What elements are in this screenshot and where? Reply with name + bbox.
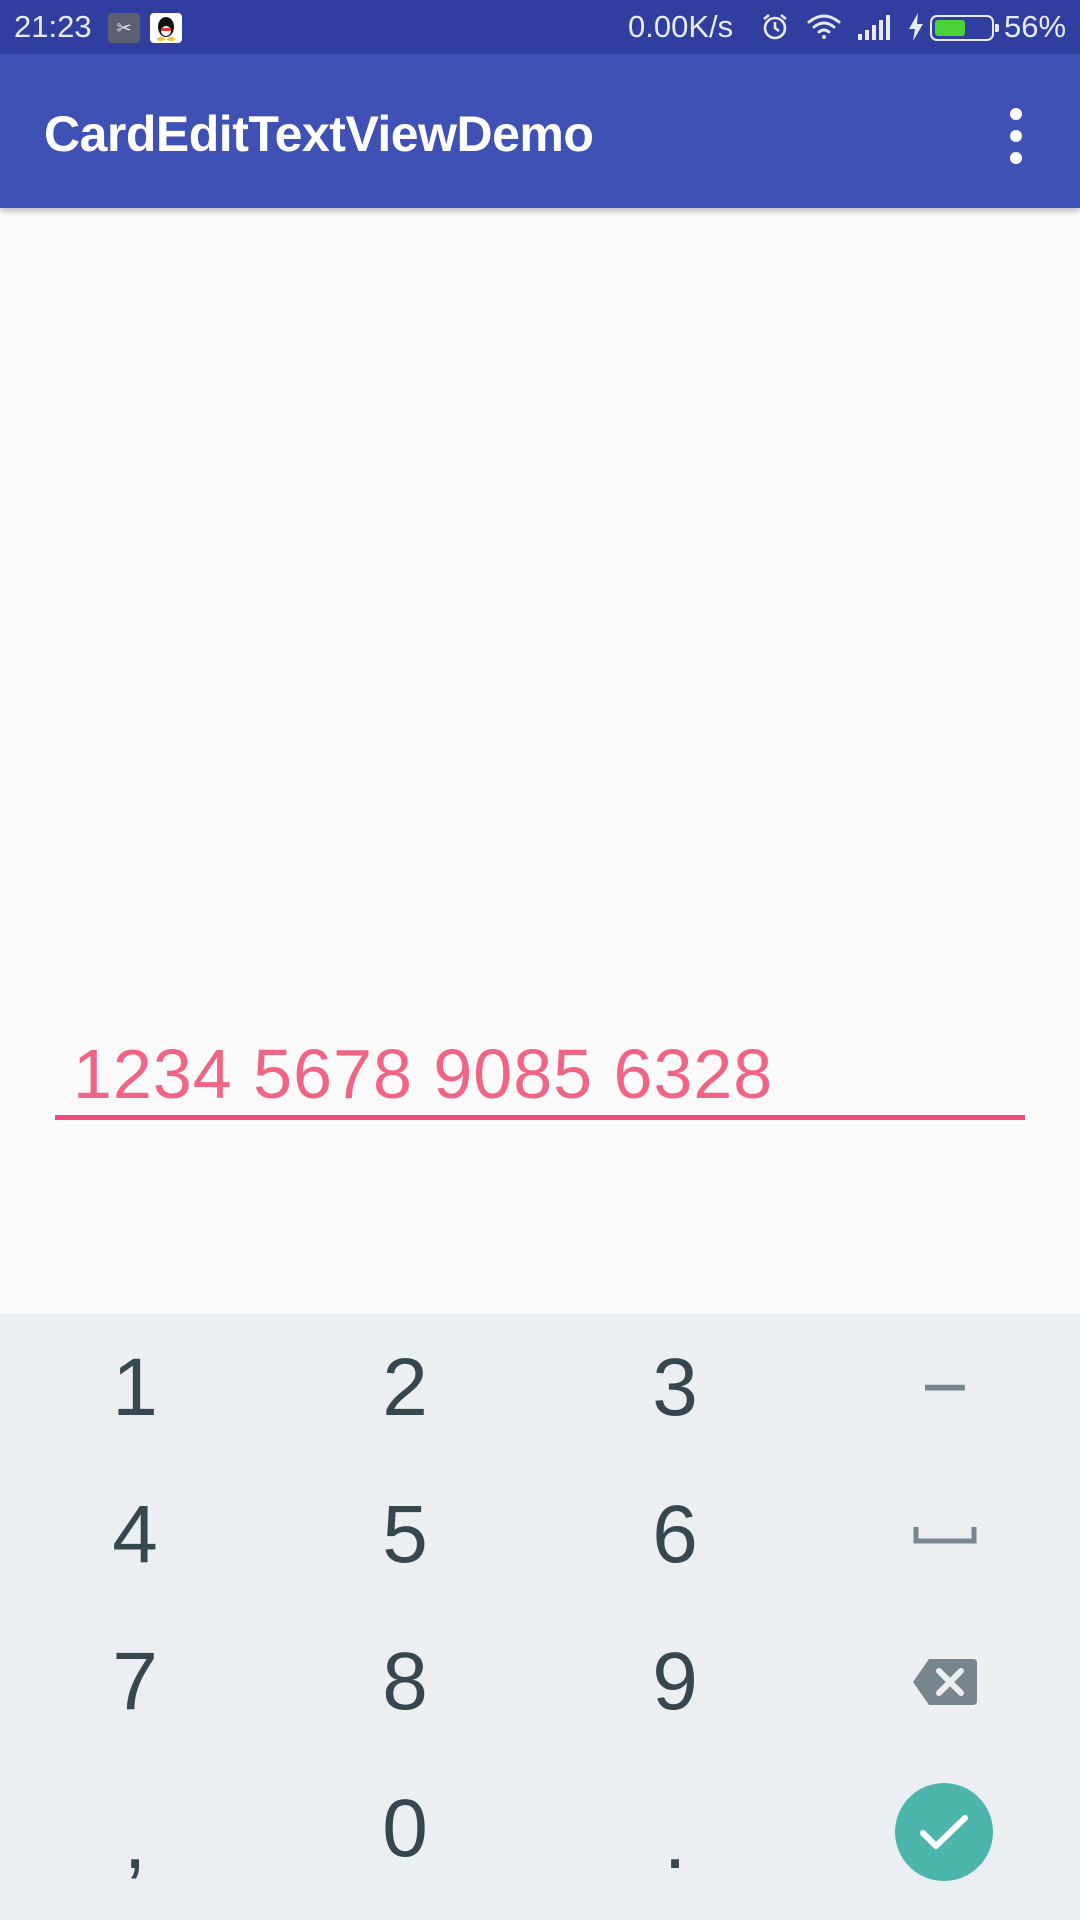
key-9-label: 9 bbox=[652, 1635, 698, 1727]
key-minus-label: − bbox=[921, 1341, 969, 1433]
input-underline bbox=[55, 1115, 1025, 1120]
key-4[interactable]: 4 bbox=[0, 1461, 270, 1608]
key-7-label: 7 bbox=[112, 1635, 158, 1727]
status-bar: 21:23 ✂ 0.00K/s 56% bbox=[0, 0, 1080, 54]
space-bar-icon bbox=[913, 1526, 977, 1543]
battery-icon bbox=[930, 15, 999, 41]
status-time: 21:23 bbox=[14, 9, 92, 44]
key-0-label: 0 bbox=[382, 1782, 428, 1874]
alarm-icon bbox=[760, 12, 790, 47]
key-comma-label: , bbox=[123, 1794, 147, 1886]
key-space[interactable] bbox=[810, 1461, 1080, 1608]
key-1-label: 1 bbox=[112, 1341, 158, 1433]
card-number-value[interactable]: 1234 5678 9085 6328 bbox=[73, 1032, 773, 1116]
done-button[interactable] bbox=[895, 1783, 993, 1881]
key-5[interactable]: 5 bbox=[270, 1461, 540, 1608]
charging-icon bbox=[906, 12, 926, 47]
key-dot[interactable]: . bbox=[540, 1755, 810, 1902]
key-2-label: 2 bbox=[382, 1341, 428, 1433]
key-3[interactable]: 3 bbox=[540, 1314, 810, 1461]
key-3-label: 3 bbox=[652, 1341, 698, 1433]
app-bar: CardEditTextViewDemo bbox=[0, 54, 1080, 208]
key-5-label: 5 bbox=[382, 1488, 428, 1580]
battery-level-fill bbox=[935, 20, 965, 36]
key-8-label: 8 bbox=[382, 1635, 428, 1727]
battery-percent: 56% bbox=[1004, 9, 1067, 44]
key-2[interactable]: 2 bbox=[270, 1314, 540, 1461]
key-6[interactable]: 6 bbox=[540, 1461, 810, 1608]
network-speed: 0.00K/s bbox=[628, 9, 734, 44]
app-title: CardEditTextViewDemo bbox=[44, 106, 594, 162]
screenshot-icon: ✂ bbox=[108, 13, 140, 43]
key-backspace[interactable] bbox=[810, 1608, 1080, 1755]
key-8[interactable]: 8 bbox=[270, 1608, 540, 1755]
qq-icon bbox=[150, 13, 182, 43]
key-6-label: 6 bbox=[652, 1488, 698, 1580]
key-7[interactable]: 7 bbox=[0, 1608, 270, 1755]
key-9[interactable]: 9 bbox=[540, 1608, 810, 1755]
wifi-icon bbox=[806, 12, 842, 47]
key-1[interactable]: 1 bbox=[0, 1314, 270, 1461]
key-0[interactable]: 0 bbox=[270, 1755, 540, 1902]
key-dot-label: . bbox=[663, 1794, 687, 1886]
signal-icon bbox=[856, 12, 892, 47]
battery-tip bbox=[995, 24, 999, 32]
more-vert-icon[interactable] bbox=[996, 106, 1040, 166]
card-number-input[interactable]: 1234 5678 9085 6328 bbox=[55, 1020, 1025, 1120]
check-icon bbox=[920, 1815, 968, 1849]
key-4-label: 4 bbox=[112, 1488, 158, 1580]
key-comma[interactable]: , bbox=[0, 1755, 270, 1902]
key-minus[interactable]: − bbox=[810, 1314, 1080, 1461]
backspace-icon bbox=[913, 1658, 977, 1705]
